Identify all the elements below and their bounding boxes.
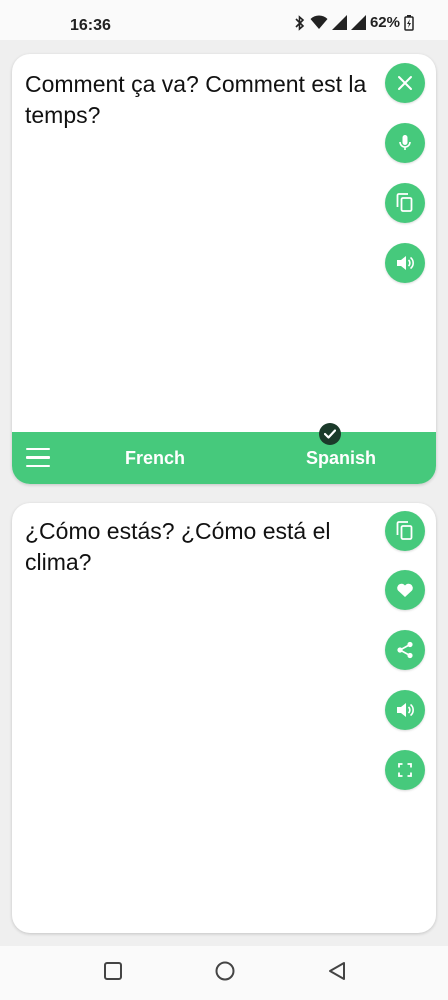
status-time: 16:36 — [70, 17, 111, 34]
language-bar: French Spanish — [12, 432, 436, 484]
share-button[interactable] — [385, 630, 425, 670]
speak-translation-button[interactable] — [385, 690, 425, 730]
favorite-button[interactable] — [385, 570, 425, 610]
menu-button[interactable] — [26, 448, 50, 468]
close-icon — [398, 76, 412, 90]
wifi-icon — [310, 15, 328, 29]
battery-icon — [404, 14, 414, 31]
copy-icon — [396, 193, 413, 212]
navigation-bar — [0, 946, 448, 1000]
target-language[interactable]: Spanish — [306, 448, 376, 469]
clear-button[interactable] — [385, 63, 425, 103]
home-icon[interactable] — [214, 961, 236, 983]
bluetooth-icon — [295, 14, 305, 31]
source-language[interactable]: French — [125, 448, 185, 469]
back-icon[interactable] — [327, 961, 347, 981]
source-card: Comment ça va? Comment est la temps? Fre… — [12, 54, 436, 484]
status-bar: 16:36 62% — [0, 0, 448, 40]
speaker-icon — [397, 703, 414, 717]
translation-card: ¿Cómo estás? ¿Cómo está el clima? — [12, 503, 436, 933]
translation-text: ¿Cómo estás? ¿Cómo está el clima? — [25, 518, 331, 575]
battery-percent: 62% — [369, 14, 400, 31]
speak-source-button[interactable] — [385, 243, 425, 283]
speaker-icon — [397, 256, 414, 270]
microphone-icon — [399, 135, 411, 150]
selected-check-icon — [319, 423, 341, 445]
source-text[interactable]: Comment ça va? Comment est la temps? — [25, 69, 375, 131]
heart-icon — [397, 583, 413, 597]
fullscreen-icon — [398, 763, 412, 777]
share-icon — [397, 641, 413, 659]
signal-icon — [350, 15, 366, 30]
copy-translation-button[interactable] — [385, 511, 425, 551]
signal-icon — [331, 15, 347, 30]
copy-source-button[interactable] — [385, 183, 425, 223]
recents-icon[interactable] — [103, 961, 123, 981]
voice-input-button[interactable] — [385, 123, 425, 163]
fullscreen-button[interactable] — [385, 750, 425, 790]
status-icons: 62% — [294, 14, 414, 31]
copy-icon — [396, 521, 413, 540]
